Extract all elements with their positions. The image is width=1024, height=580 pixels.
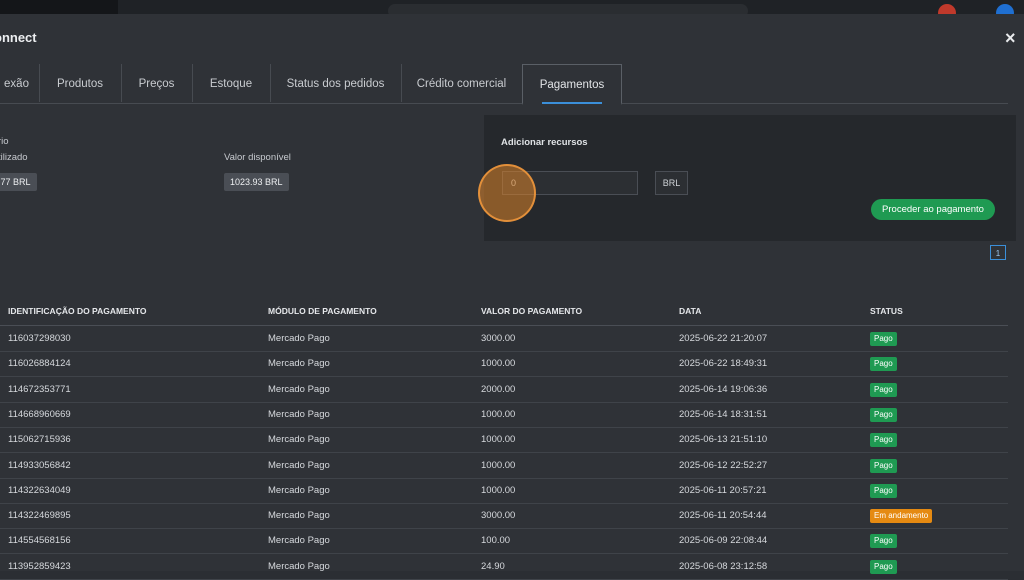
table-row[interactable]: 113952859423 Mercado Pago 24.90 2025-06-08 … bbox=[0, 554, 1008, 580]
cell-date: 2025-06-14 18:31:51 bbox=[679, 408, 768, 420]
connect-modal: onnect × exão Produtos Preços Estoque St… bbox=[0, 14, 1024, 580]
add-funds-title: Adicionar recursos bbox=[501, 137, 588, 148]
cell-payment-amount: 100.00 bbox=[481, 535, 511, 547]
cell-payment-amount: 3000.00 bbox=[481, 333, 516, 344]
status-badge: Pago bbox=[870, 483, 897, 498]
active-tab-indicator bbox=[542, 102, 602, 104]
header-payment-module[interactable]: MÓDULO DE PAGAMENTO bbox=[268, 306, 377, 316]
cell-payment-module: Mercado Pago bbox=[268, 434, 330, 446]
cell-date: 2025-06-22 21:20:07 bbox=[679, 333, 768, 344]
cell-payment-amount: 1000.00 bbox=[481, 408, 516, 420]
tab-connection[interactable]: exão bbox=[0, 64, 40, 102]
cell-date: 2025-06-11 20:54:44 bbox=[679, 510, 767, 522]
cell-payment-amount: 24.90 bbox=[481, 560, 505, 572]
status-badge: Pago bbox=[870, 407, 897, 422]
available-value-label: Valor disponível bbox=[224, 152, 291, 163]
cell-payment-id: 116037298030 bbox=[8, 333, 71, 344]
close-icon[interactable]: × bbox=[1005, 28, 1016, 49]
table-row[interactable]: 116026884124 Mercado Pago 1000.00 2025-06-2… bbox=[0, 351, 1008, 378]
currency-addon: BRL bbox=[655, 171, 688, 195]
cell-payment-id: 116026884124 bbox=[8, 358, 71, 370]
cell-payment-amount: 3000.00 bbox=[481, 510, 516, 522]
header-status[interactable]: STATUS bbox=[870, 306, 903, 316]
table-row[interactable]: 114668960669 Mercado Pago 1000.00 2025-06-1… bbox=[0, 402, 1008, 428]
cell-payment-module: Mercado Pago bbox=[268, 484, 330, 496]
amount-input[interactable] bbox=[502, 171, 638, 195]
cell-payment-module: Mercado Pago bbox=[268, 560, 330, 572]
status-badge: Em andamento bbox=[870, 509, 933, 524]
cell-payment-module: Mercado Pago bbox=[268, 535, 330, 547]
status-badge: Pago bbox=[870, 332, 897, 346]
cell-payment-module: Mercado Pago bbox=[268, 510, 330, 522]
cell-payment-id: 114672353771 bbox=[8, 383, 71, 395]
header-payment-id[interactable]: IDENTIFICAÇÃO DO PAGAMENTO bbox=[8, 306, 147, 316]
cell-payment-id: 114322469895 bbox=[8, 510, 71, 522]
cell-payment-amount: 1000.00 bbox=[481, 484, 516, 496]
browser-sidebar-edge bbox=[0, 0, 118, 14]
table-row[interactable]: 115062715936 Mercado Pago 1000.00 2025-06-1… bbox=[0, 427, 1008, 454]
tab-order-status[interactable]: Status dos pedidos bbox=[270, 64, 402, 102]
tab-prices[interactable]: Preços bbox=[121, 64, 193, 102]
modal-title: onnect bbox=[0, 30, 37, 45]
browser-top-strip bbox=[0, 0, 1024, 22]
cell-payment-id: 114668960669 bbox=[8, 408, 71, 420]
available-value-box: 1023.93 BRL bbox=[224, 173, 289, 191]
tab-payments[interactable]: Pagamentos bbox=[522, 64, 622, 105]
cell-date: 2025-06-12 22:52:27 bbox=[679, 459, 768, 471]
table-row[interactable]: 114322634049 Mercado Pago 1000.00 2025-06-1… bbox=[0, 478, 1008, 504]
cell-payment-module: Mercado Pago bbox=[268, 383, 330, 395]
tab-commercial-credit[interactable]: Crédito comercial bbox=[401, 64, 523, 102]
cell-payment-amount: 2000.00 bbox=[481, 383, 516, 395]
cell-date: 2025-06-11 20:57:21 bbox=[679, 484, 767, 496]
header-payment-amount[interactable]: VALOR DO PAGAMENTO bbox=[481, 306, 582, 316]
cell-date: 2025-06-09 22:08:44 bbox=[679, 535, 768, 547]
cell-payment-id: 114322634049 bbox=[8, 484, 71, 496]
cell-payment-module: Mercado Pago bbox=[268, 333, 330, 344]
cell-payment-amount: 1000.00 bbox=[481, 459, 516, 471]
tab-stock[interactable]: Estoque bbox=[192, 64, 271, 102]
cell-payment-amount: 1000.00 bbox=[481, 358, 516, 370]
cell-date: 2025-06-14 19:06:36 bbox=[679, 383, 768, 395]
table-row[interactable]: 114322469895 Mercado Pago 3000.00 2025-06-1… bbox=[0, 503, 1008, 530]
cell-date: 2025-06-08 23:12:58 bbox=[679, 560, 768, 572]
cell-payment-id: 113952859423 bbox=[8, 560, 71, 572]
cell-payment-id: 114554568156 bbox=[8, 535, 71, 547]
cell-date: 2025-06-13 21:51:10 bbox=[679, 434, 768, 446]
table-row[interactable]: 114672353771 Mercado Pago 2000.00 2025-06-1… bbox=[0, 377, 1008, 403]
header-date[interactable]: DATA bbox=[679, 306, 701, 316]
status-badge: Pago bbox=[870, 357, 897, 372]
status-badge: Pago bbox=[870, 382, 897, 397]
cell-payment-module: Mercado Pago bbox=[268, 358, 330, 370]
used-value-box: .77 BRL bbox=[0, 173, 37, 191]
cell-payment-amount: 1000.00 bbox=[481, 434, 516, 446]
table-row[interactable]: 116037298030 Mercado Pago 3000.00 2025-06-2… bbox=[0, 326, 1008, 352]
cell-payment-id: 115062715936 bbox=[8, 434, 71, 446]
cell-payment-module: Mercado Pago bbox=[268, 459, 330, 471]
tab-payments-label: Pagamentos bbox=[539, 79, 605, 91]
status-badge: Pago bbox=[870, 458, 897, 473]
cell-payment-id: 114933056842 bbox=[8, 459, 71, 471]
status-badge: Pago bbox=[870, 559, 897, 574]
proceed-to-payment-button[interactable]: Proceder ao pagamento bbox=[871, 199, 995, 220]
status-badge: Pago bbox=[870, 433, 897, 448]
pagination-page-button[interactable]: 1 bbox=[990, 245, 1006, 260]
cell-date: 2025-06-22 18:49:31 bbox=[679, 358, 768, 370]
table-row[interactable]: 114933056842 Mercado Pago 1000.00 2025-06-1… bbox=[0, 453, 1008, 479]
add-funds-panel: Adicionar recursos BRL Proceder ao pagam… bbox=[484, 115, 1016, 241]
status-badge: Pago bbox=[870, 534, 897, 549]
cell-payment-module: Mercado Pago bbox=[268, 408, 330, 420]
balance-group-label: rio bbox=[0, 136, 9, 147]
table-header: IDENTIFICAÇÃO DO PAGAMENTO MÓDULO DE PAG… bbox=[0, 299, 1008, 326]
used-value-label: tilizado bbox=[0, 152, 28, 163]
table-row[interactable]: 114554568156 Mercado Pago 100.00 2025-06-09… bbox=[0, 528, 1008, 555]
tab-bar: exão Produtos Preços Estoque Status dos … bbox=[0, 64, 1008, 105]
tab-products[interactable]: Produtos bbox=[39, 64, 122, 102]
